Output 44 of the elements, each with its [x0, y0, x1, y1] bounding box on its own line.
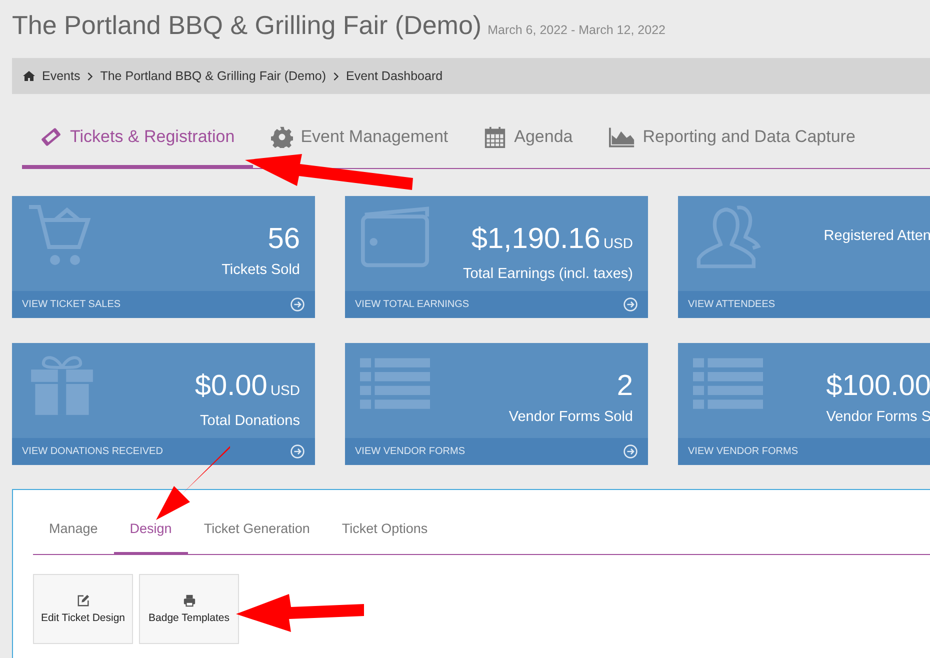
- calendar-icon: [484, 126, 506, 148]
- wallet-icon: [360, 204, 430, 270]
- subtab[interactable]: Manage: [33, 515, 114, 555]
- stat-value: $1,190.16 USD: [470, 222, 633, 257]
- card-link[interactable]: VIEW VENDOR FORMS: [688, 446, 798, 457]
- printer-icon: [182, 594, 196, 607]
- card-link[interactable]: VIEW VENDOR FORMS: [355, 446, 466, 457]
- breadcrumb-link[interactable]: Events: [42, 69, 80, 83]
- tab[interactable]: Reporting and Data Capture: [590, 109, 874, 169]
- stat-label: Vendor Forms Sold: [508, 409, 633, 425]
- card-link[interactable]: VIEW TOTAL EARNINGS: [355, 299, 470, 310]
- card-link[interactable]: VIEW ATTENDEES: [688, 299, 776, 310]
- stat-value: 56: [266, 222, 300, 256]
- stat-value: $0.00 USD: [194, 369, 300, 404]
- stat-value: $100.00: [826, 369, 930, 403]
- event-dates: March 6, 2022 - March 12, 2022: [488, 23, 666, 37]
- settings-icon: [270, 126, 293, 148]
- area-chart-icon: [608, 126, 635, 148]
- card-link[interactable]: VIEW TICKET SALES: [22, 299, 121, 310]
- tab[interactable]: Event Management: [252, 109, 466, 169]
- arrow-circle-icon: [623, 297, 638, 312]
- breadcrumb-current: Event Dashboard: [346, 69, 443, 83]
- arrow-circle-icon: [623, 444, 638, 459]
- card-link[interactable]: VIEW DONATIONS RECEIVED: [22, 446, 163, 457]
- tab[interactable]: Tickets & Registration: [22, 109, 253, 169]
- stat-value: 2: [616, 369, 633, 403]
- arrow-circle-icon: [290, 297, 305, 312]
- subtab[interactable]: Ticket Generation: [188, 515, 326, 555]
- edit-icon: [76, 594, 90, 607]
- tab[interactable]: Agenda: [466, 109, 591, 169]
- chevron-icon: [332, 72, 339, 80]
- stat-label: Total Earnings (incl. taxes): [462, 266, 633, 282]
- home-icon: [23, 71, 35, 81]
- action-button[interactable]: Edit Ticket Design: [33, 574, 133, 644]
- event-title: The Portland BBQ & Grilling Fair (Demo): [12, 10, 482, 41]
- subtab[interactable]: Ticket Options: [326, 515, 444, 555]
- stat-label: Tickets Sold: [222, 262, 300, 278]
- breadcrumb-link[interactable]: The Portland BBQ & Grilling Fair (Demo): [100, 69, 326, 83]
- stat-label: Vendor Forms S: [826, 409, 930, 425]
- arrow-circle-icon: [290, 444, 305, 459]
- stat-label: Total Donations: [199, 413, 300, 429]
- stat-label: Registered Atten: [824, 228, 930, 244]
- chevron-icon: [87, 72, 94, 80]
- action-button[interactable]: Badge Templates: [139, 574, 239, 644]
